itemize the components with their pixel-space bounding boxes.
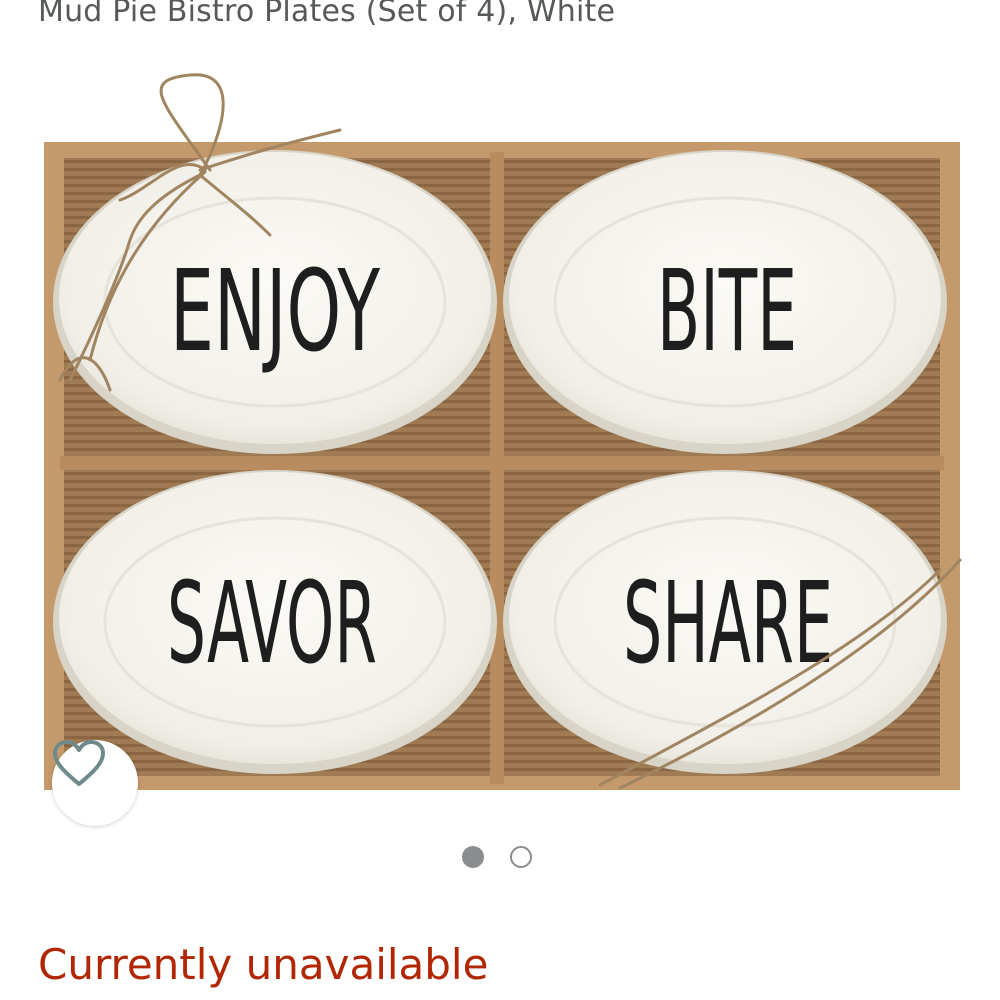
- plate-savor: SAVOR: [53, 470, 497, 774]
- product-title: Mud Pie Bistro Plates (Set of 4), White: [38, 0, 616, 29]
- plate-label-savor: SAVOR: [167, 559, 377, 689]
- product-image[interactable]: ENJOY BITE SAVOR SHARE: [0, 40, 1000, 830]
- plates-photo: ENJOY BITE SAVOR SHARE: [44, 73, 962, 790]
- pagination-dot-1[interactable]: [462, 846, 484, 868]
- availability-status: Currently unavailable: [38, 940, 489, 989]
- plate-bite: BITE: [503, 150, 947, 454]
- product-page: Mud Pie Bistro Plates (Set of 4), White: [0, 0, 1000, 1000]
- plate-enjoy: ENJOY: [53, 150, 497, 454]
- box-divider-horizontal: [60, 456, 944, 470]
- image-pagination: [462, 846, 532, 868]
- pagination-dot-2[interactable]: [510, 846, 532, 868]
- plate-label-bite: BITE: [657, 247, 797, 377]
- heart-icon: [53, 740, 105, 786]
- wishlist-button[interactable]: [52, 740, 138, 826]
- plate-label-enjoy: ENJOY: [170, 247, 380, 377]
- plate-label-share: SHARE: [623, 559, 833, 689]
